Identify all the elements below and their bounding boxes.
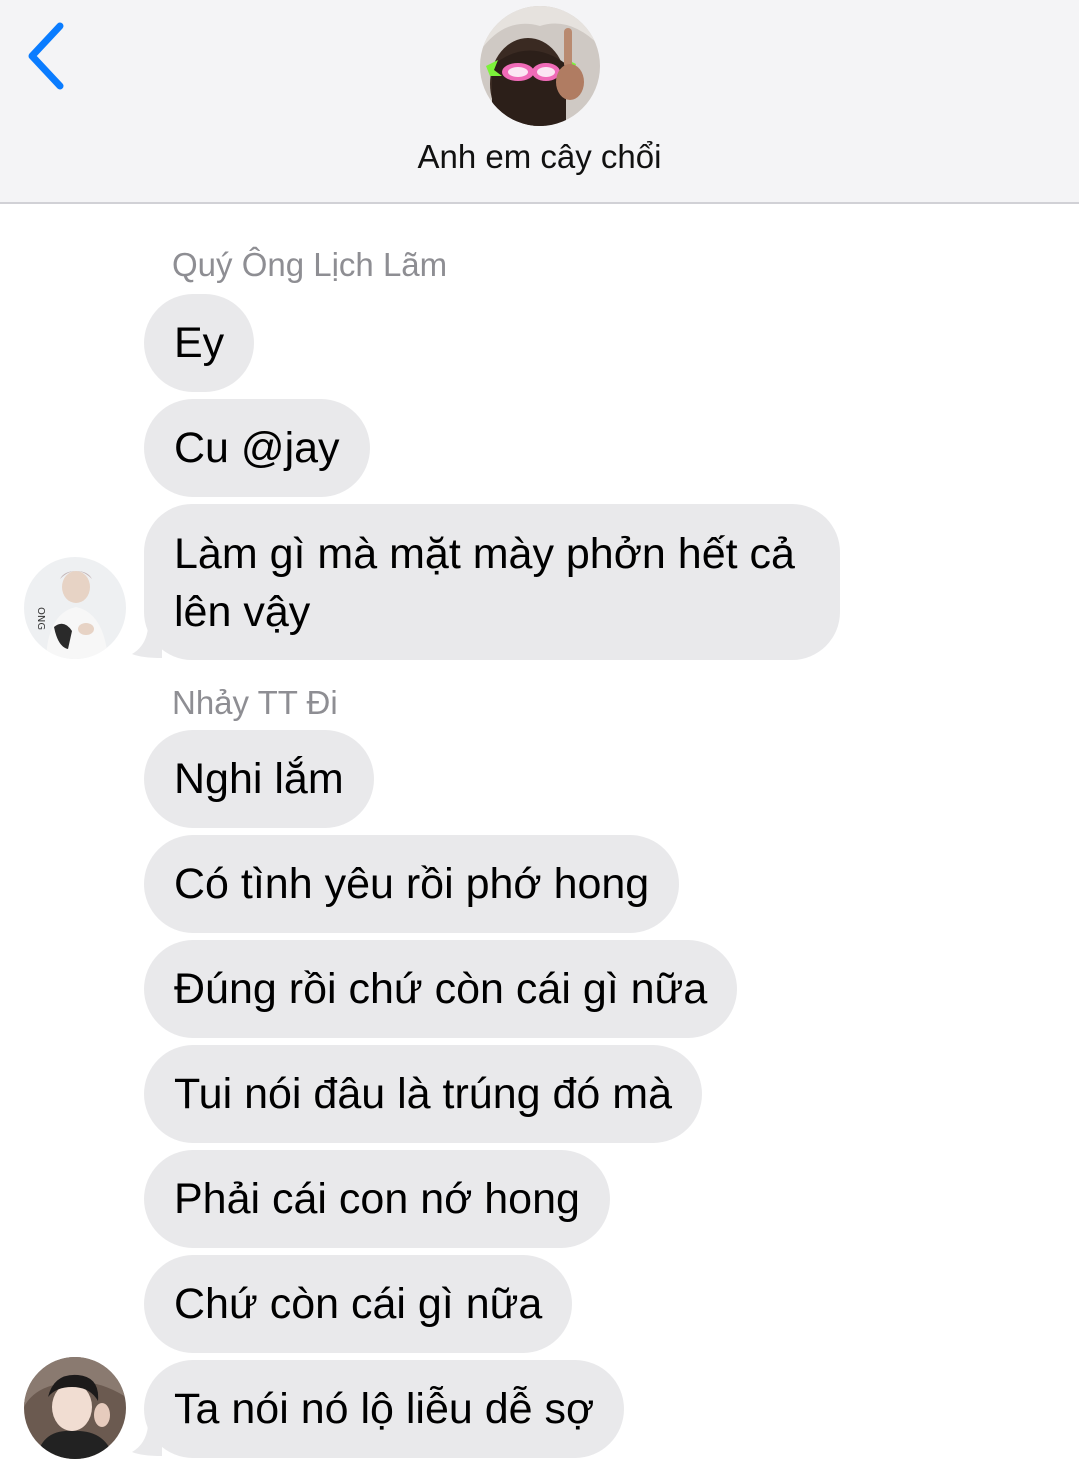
message-bubble[interactable]: Phải cái con nớ hong	[144, 1150, 610, 1248]
group-avatar[interactable]	[480, 6, 600, 126]
message-bubble[interactable]: Làm gì mà mặt mày phởn hết cả lên vậy	[144, 504, 840, 660]
bubble-tail	[132, 1426, 162, 1456]
bubble-tail	[132, 628, 162, 658]
avatar[interactable]: ONG	[24, 557, 126, 659]
chat-header: Anh em cây chổi	[0, 0, 1079, 204]
back-button[interactable]	[18, 18, 78, 94]
message-bubble[interactable]: Ey	[144, 294, 255, 392]
chevron-left-icon[interactable]	[18, 18, 78, 94]
svg-text:ONG: ONG	[35, 607, 46, 630]
message-bubble[interactable]: Cu @jay	[144, 399, 370, 497]
message-bubble[interactable]: Có tình yêu rồi phớ hong	[144, 835, 680, 933]
message-bubble[interactable]: Nghi lắm	[144, 730, 374, 828]
sender-name: Nhảy TT Đi	[172, 684, 338, 721]
message-bubble[interactable]: Tui nói đâu là trúng đó mà	[144, 1045, 702, 1143]
message-bubble[interactable]: Ta nói nó lộ liễu dễ sợ	[144, 1360, 625, 1458]
avatar[interactable]	[24, 1357, 126, 1459]
message-bubble[interactable]: Chứ còn cái gì nữa	[144, 1255, 573, 1353]
message-bubble[interactable]: Đúng rồi chứ còn cái gì nữa	[144, 940, 738, 1038]
group-name[interactable]: Anh em cây chổi	[0, 138, 1079, 176]
sender-name: Quý Ông Lịch Lãm	[172, 246, 448, 283]
